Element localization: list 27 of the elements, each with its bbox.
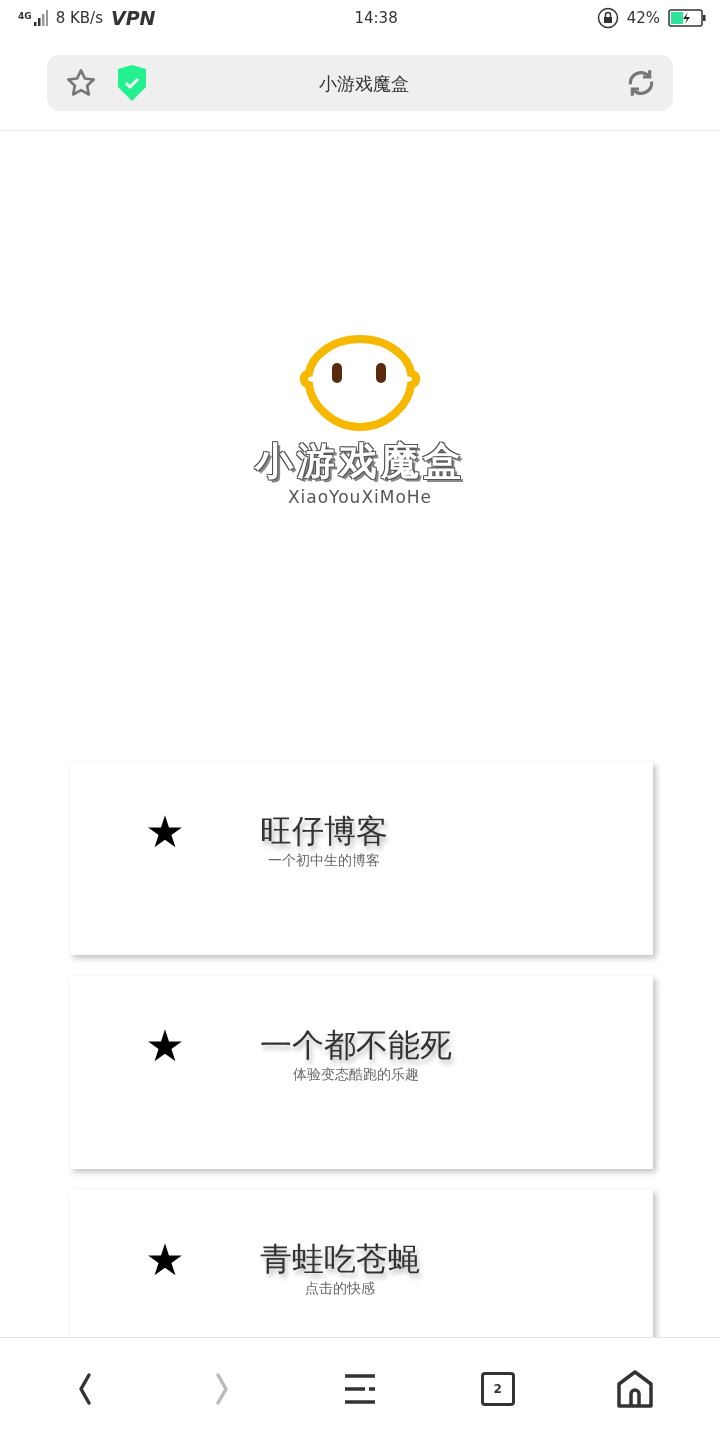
card-title: 旺仔博客 bbox=[260, 812, 388, 851]
tabs-button[interactable]: 2 bbox=[467, 1358, 528, 1419]
star-icon: ★ bbox=[70, 976, 260, 1169]
star-icon: ★ bbox=[70, 762, 260, 955]
card-title: 一个都不能死 bbox=[260, 1026, 452, 1065]
address-bar[interactable]: 小游戏魔盒 bbox=[47, 55, 673, 111]
logo-title: 小游戏魔盒 bbox=[255, 439, 465, 485]
card-title: 青蛙吃苍蝇 bbox=[260, 1240, 420, 1279]
signal-icon bbox=[33, 10, 48, 26]
game-card[interactable]: ★ 青蛙吃苍蝇 点击的快感 bbox=[70, 1190, 653, 1337]
battery-icon bbox=[668, 9, 706, 27]
logo-subtitle: XiaoYouXiMoHe bbox=[287, 485, 433, 509]
home-icon bbox=[617, 1369, 654, 1408]
star-icon: ★ bbox=[70, 1190, 260, 1337]
game-card[interactable]: ★ 旺仔博客 一个初中生的博客 bbox=[70, 762, 653, 955]
battery-percent: 42% bbox=[626, 7, 660, 29]
card-subtitle: 一个初中生的博客 bbox=[268, 851, 380, 871]
card-subtitle: 体验变态酷跑的乐趣 bbox=[293, 1065, 419, 1085]
card-subtitle: 点击的快感 bbox=[305, 1279, 375, 1299]
vpn-label: VPN bbox=[110, 5, 156, 31]
game-card[interactable]: ★ 一个都不能死 体验变态酷跑的乐趣 bbox=[70, 976, 653, 1169]
network-speed: 8 KB/s bbox=[55, 7, 103, 29]
rotation-lock-icon bbox=[596, 7, 619, 29]
clock: 14:38 bbox=[353, 7, 399, 29]
network-type: 4G bbox=[18, 9, 32, 23]
page-title: 小游戏魔盒 bbox=[318, 71, 410, 96]
menu-icon bbox=[344, 1372, 376, 1405]
